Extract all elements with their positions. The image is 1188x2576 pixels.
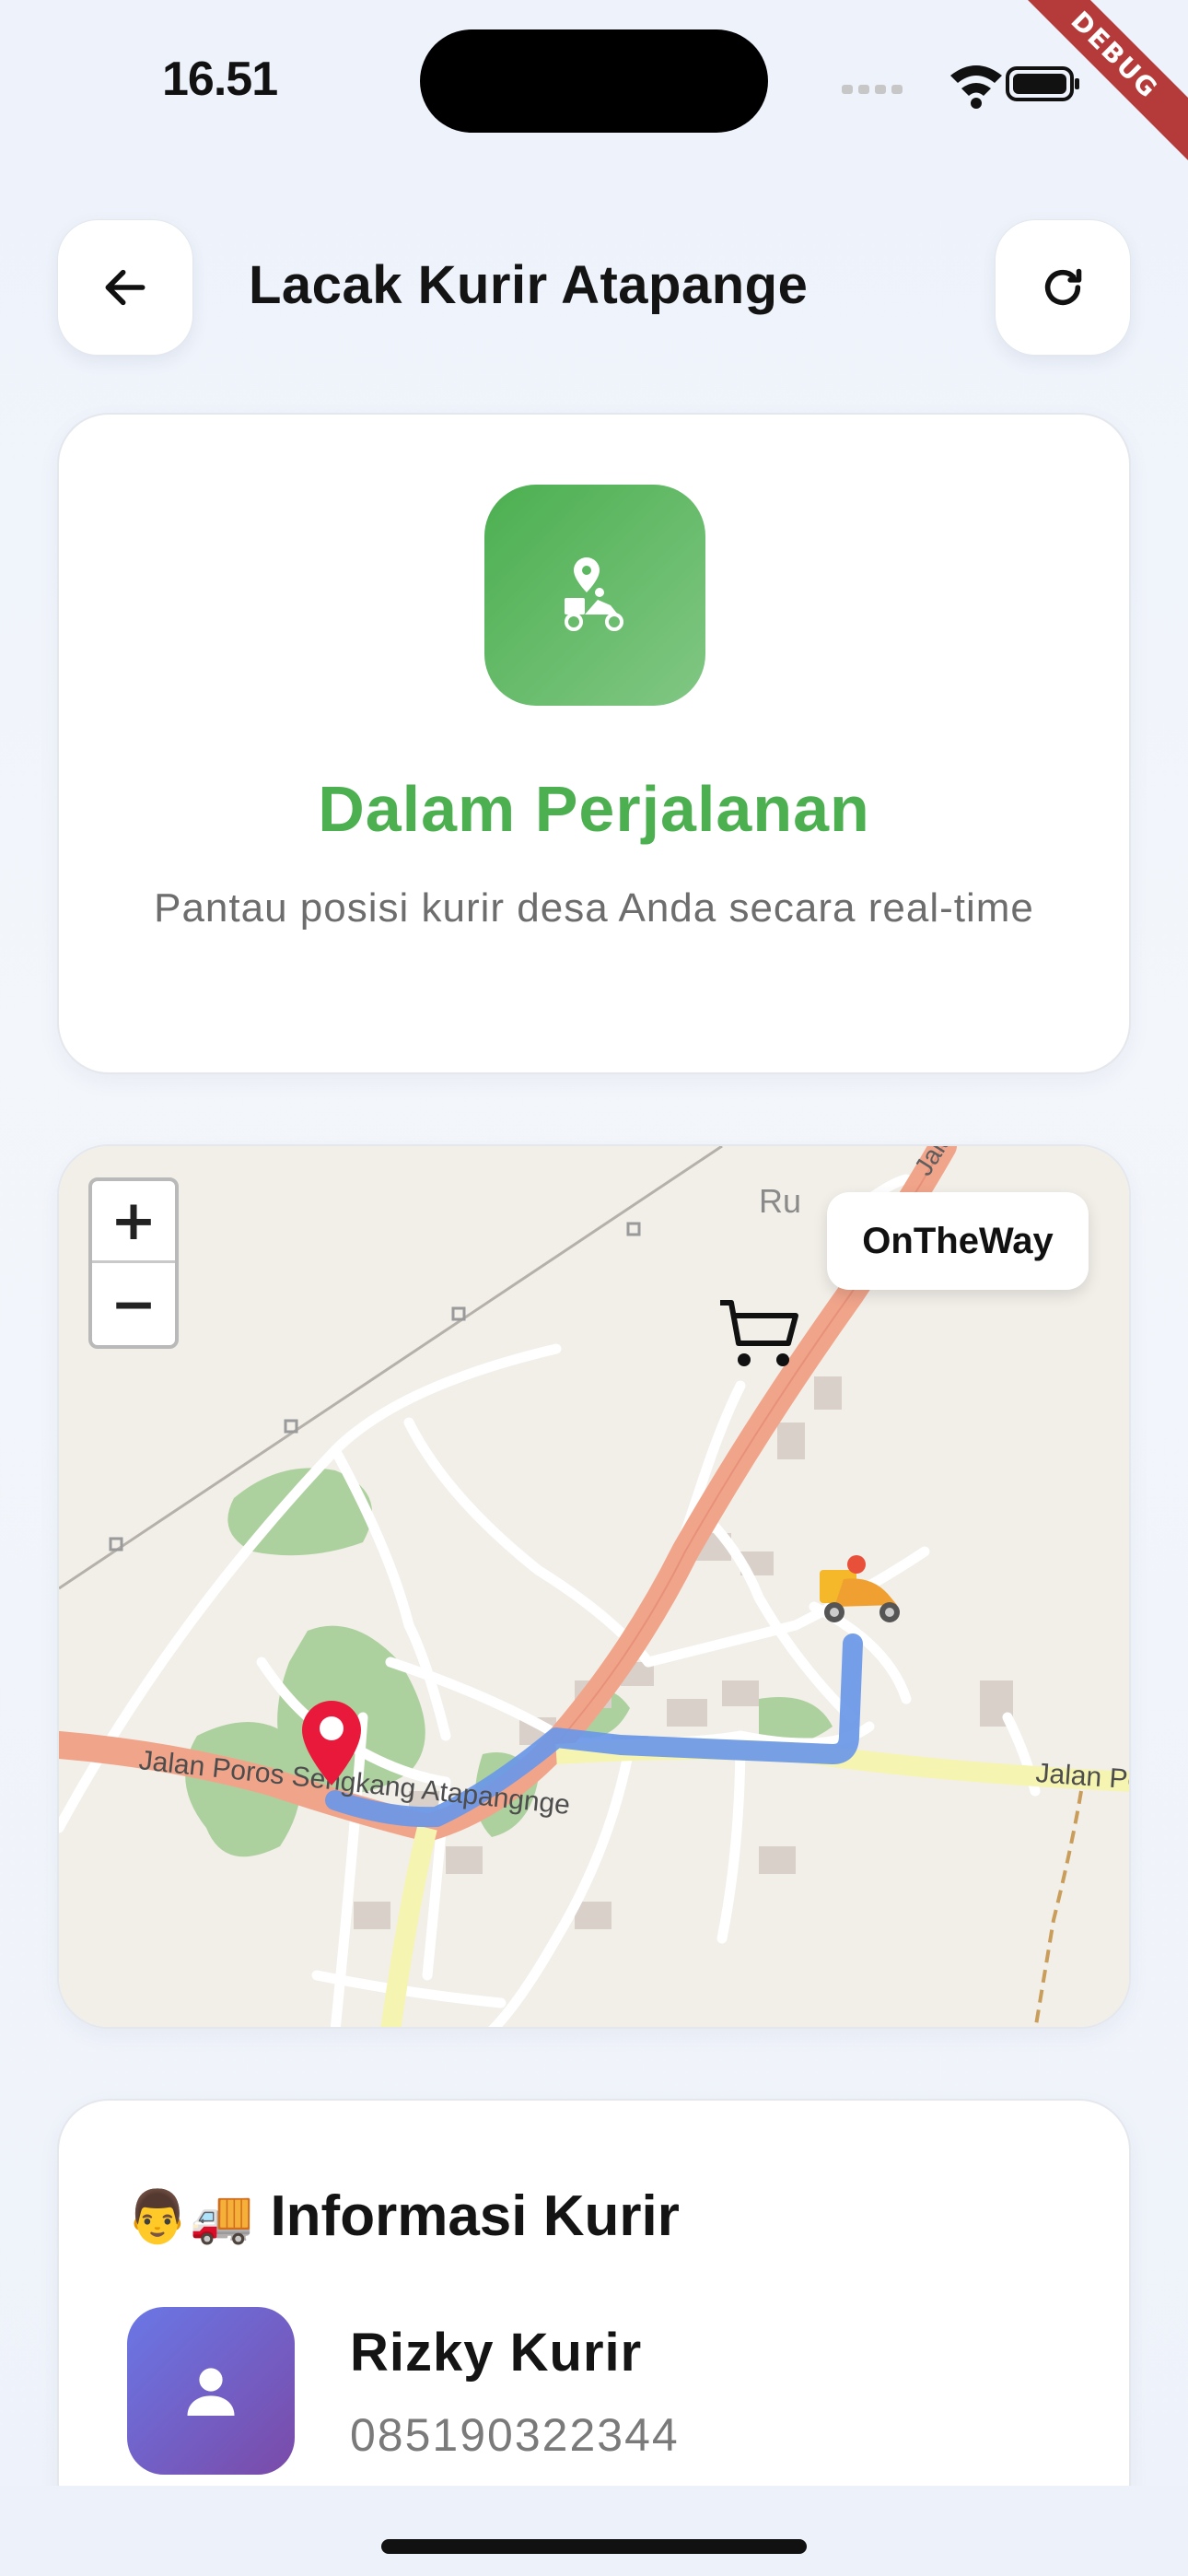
courier-info-title: Informasi Kurir xyxy=(270,2184,680,2248)
battery-icon xyxy=(1006,66,1079,101)
zoom-out-button[interactable]: − xyxy=(92,1263,175,1345)
status-time: 16.51 xyxy=(162,53,278,106)
courier-status-badge: OnTheWay xyxy=(827,1192,1089,1290)
zoom-control: + − xyxy=(88,1177,179,1349)
status-icon-box xyxy=(484,485,705,706)
status-subtitle: Pantau posisi kurir desa Anda secara rea… xyxy=(154,885,1034,931)
page-title: Lacak Kurir Atapange xyxy=(249,255,809,315)
zoom-in-button[interactable]: + xyxy=(92,1181,175,1263)
map-label-place: Ru xyxy=(759,1182,801,1220)
refresh-icon xyxy=(1044,268,1082,306)
cellular-signal-icon xyxy=(842,85,903,94)
status-title: Dalam Perjalanan xyxy=(318,773,870,845)
back-button[interactable] xyxy=(57,219,193,356)
status-icons xyxy=(842,65,1079,109)
refresh-button[interactable] xyxy=(995,219,1131,356)
delivery-status-card: Dalam Perjalanan Pantau posisi kurir des… xyxy=(57,413,1131,1074)
bottom-safe-area xyxy=(0,2486,1188,2576)
courier-location-icon xyxy=(565,557,623,631)
dynamic-island xyxy=(420,29,768,133)
courier-info-heading: 👨🚚 Informasi Kurir xyxy=(125,2184,680,2249)
courier-avatar xyxy=(127,2307,295,2475)
person-icon xyxy=(187,2368,235,2416)
courier-phone[interactable]: 085190322344 xyxy=(350,2408,680,2462)
arrow-left-icon xyxy=(105,269,146,306)
courier-truck-emoji: 👨🚚 xyxy=(125,2186,254,2247)
tracking-map[interactable]: Ru Jalan Jalan Poros Sengkang Atapangnge… xyxy=(57,1144,1131,2029)
wifi-icon xyxy=(950,65,1002,109)
courier-name: Rizky Kurir xyxy=(350,2323,643,2383)
home-indicator[interactable] xyxy=(381,2539,807,2554)
